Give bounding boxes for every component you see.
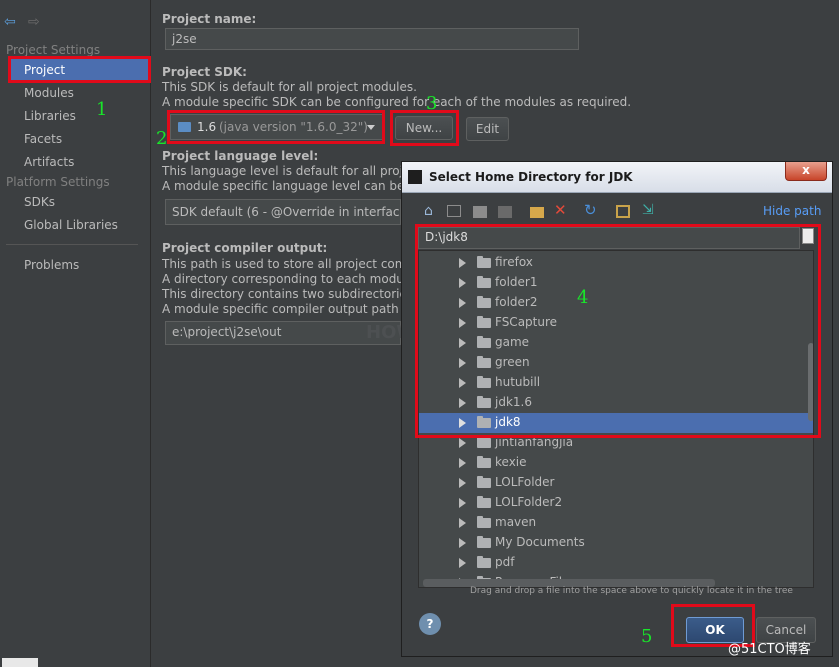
- language-level-description-1: This language level is default for all p…: [162, 164, 438, 178]
- sidebar-item-facets[interactable]: Facets: [24, 132, 62, 146]
- folder-icon: [477, 456, 491, 468]
- sidebar-divider: [6, 244, 138, 245]
- expand-arrow-icon[interactable]: [459, 538, 466, 548]
- folder-icon: [477, 476, 491, 488]
- refresh-icon[interactable]: ↻: [584, 201, 600, 219]
- compiler-output-label: Project compiler output:: [162, 241, 328, 255]
- tree-row[interactable]: LOLFolder: [419, 473, 813, 493]
- sidebar-item-global-libraries[interactable]: Global Libraries: [24, 218, 118, 232]
- taskbar-fragment: [2, 658, 38, 667]
- folder-label: pdf: [495, 555, 515, 569]
- folder-icon: [477, 436, 491, 448]
- new-folder-icon[interactable]: [530, 207, 544, 218]
- desktop-icon[interactable]: [447, 205, 461, 217]
- expand-arrow-icon[interactable]: [459, 438, 466, 448]
- sync-path-icon[interactable]: ⇲: [642, 202, 658, 218]
- compiler-output-description-3: This directory contains two subdirectori…: [162, 287, 426, 301]
- show-hidden-icon[interactable]: [616, 205, 630, 218]
- intellij-app-icon: [408, 170, 422, 184]
- folder-label: kexie: [495, 455, 527, 469]
- language-level-label: Project language level:: [162, 149, 319, 163]
- hide-path-link[interactable]: Hide path: [763, 204, 821, 218]
- help-button[interactable]: ?: [419, 613, 441, 635]
- sdk-description-2: A module specific SDK can be configured …: [162, 95, 632, 109]
- folder-icon: [477, 536, 491, 548]
- folder-icon: [477, 516, 491, 528]
- expand-arrow-icon[interactable]: [459, 558, 466, 568]
- compiler-output-description-2: A directory corresponding to each module…: [162, 272, 429, 286]
- sidebar-item-problems[interactable]: Problems: [24, 258, 79, 272]
- dialog-title: Select Home Directory for JDK: [429, 170, 633, 184]
- highlight-box-3: [390, 110, 459, 146]
- language-level-description-2: A module specific language level can be …: [162, 179, 430, 193]
- sidebar-item-sdks[interactable]: SDKs: [24, 195, 55, 209]
- home-icon[interactable]: ⌂: [424, 203, 440, 219]
- project-folder-icon[interactable]: [473, 206, 487, 218]
- sidebar-item-modules[interactable]: Modules: [24, 86, 74, 100]
- close-button[interactable]: x: [785, 162, 827, 181]
- highlight-box-4: [415, 224, 821, 438]
- highlight-box-2: [167, 110, 385, 144]
- settings-sidebar: ⇦ ⇨ Project Settings Project Modules Lib…: [0, 0, 151, 667]
- folder-label: LOLFolder2: [495, 495, 563, 509]
- sidebar-item-artifacts[interactable]: Artifacts: [24, 155, 74, 169]
- expand-arrow-icon[interactable]: [459, 518, 466, 528]
- compiler-output-description-1: This path is used to store all project c…: [162, 257, 429, 271]
- tree-row[interactable]: maven: [419, 513, 813, 533]
- edit-sdk-button[interactable]: Edit: [466, 117, 509, 141]
- folder-label: My Documents: [495, 535, 585, 549]
- module-folder-icon[interactable]: [498, 206, 512, 218]
- project-settings-heading: Project Settings: [6, 43, 101, 57]
- sdk-description-1: This SDK is default for all project modu…: [162, 80, 417, 94]
- compiler-output-description-4: A module specific compiler output path c…: [162, 302, 425, 316]
- tree-row[interactable]: LOLFolder2: [419, 493, 813, 513]
- annotation-1: 1: [96, 99, 108, 120]
- tree-row[interactable]: pdf: [419, 553, 813, 573]
- annotation-4: 4: [577, 287, 589, 308]
- folder-label: maven: [495, 515, 537, 529]
- language-level-combobox[interactable]: SDK default (6 - @Override in interfaces…: [165, 199, 401, 225]
- folder-icon: [477, 556, 491, 568]
- platform-settings-heading: Platform Settings: [6, 175, 110, 189]
- expand-arrow-icon[interactable]: [459, 498, 466, 508]
- annotation-3: 3: [426, 93, 438, 114]
- project-name-label: Project name:: [162, 12, 257, 26]
- tree-row[interactable]: My Documents: [419, 533, 813, 553]
- dialog-title-bar: Select Home Directory for JDK x: [402, 162, 832, 193]
- folder-icon: [477, 496, 491, 508]
- annotation-2: 2: [156, 128, 168, 149]
- tree-row[interactable]: kexie: [419, 453, 813, 473]
- project-name-field[interactable]: j2se: [165, 28, 579, 50]
- corner-watermark: @51CTO博客: [728, 642, 811, 657]
- forward-arrow-icon[interactable]: ⇨: [28, 14, 40, 30]
- annotation-5: 5: [641, 626, 653, 647]
- delete-icon[interactable]: ✕: [554, 201, 570, 219]
- project-sdk-label: Project SDK:: [162, 65, 247, 79]
- folder-label: LOLFolder: [495, 475, 555, 489]
- expand-arrow-icon[interactable]: [459, 458, 466, 468]
- back-arrow-icon[interactable]: ⇦: [4, 14, 16, 30]
- sidebar-item-libraries[interactable]: Libraries: [24, 109, 76, 123]
- drag-drop-hint: Drag and drop a file into the space abov…: [470, 586, 793, 596]
- highlight-box-1: [8, 56, 151, 83]
- expand-arrow-icon[interactable]: [459, 478, 466, 488]
